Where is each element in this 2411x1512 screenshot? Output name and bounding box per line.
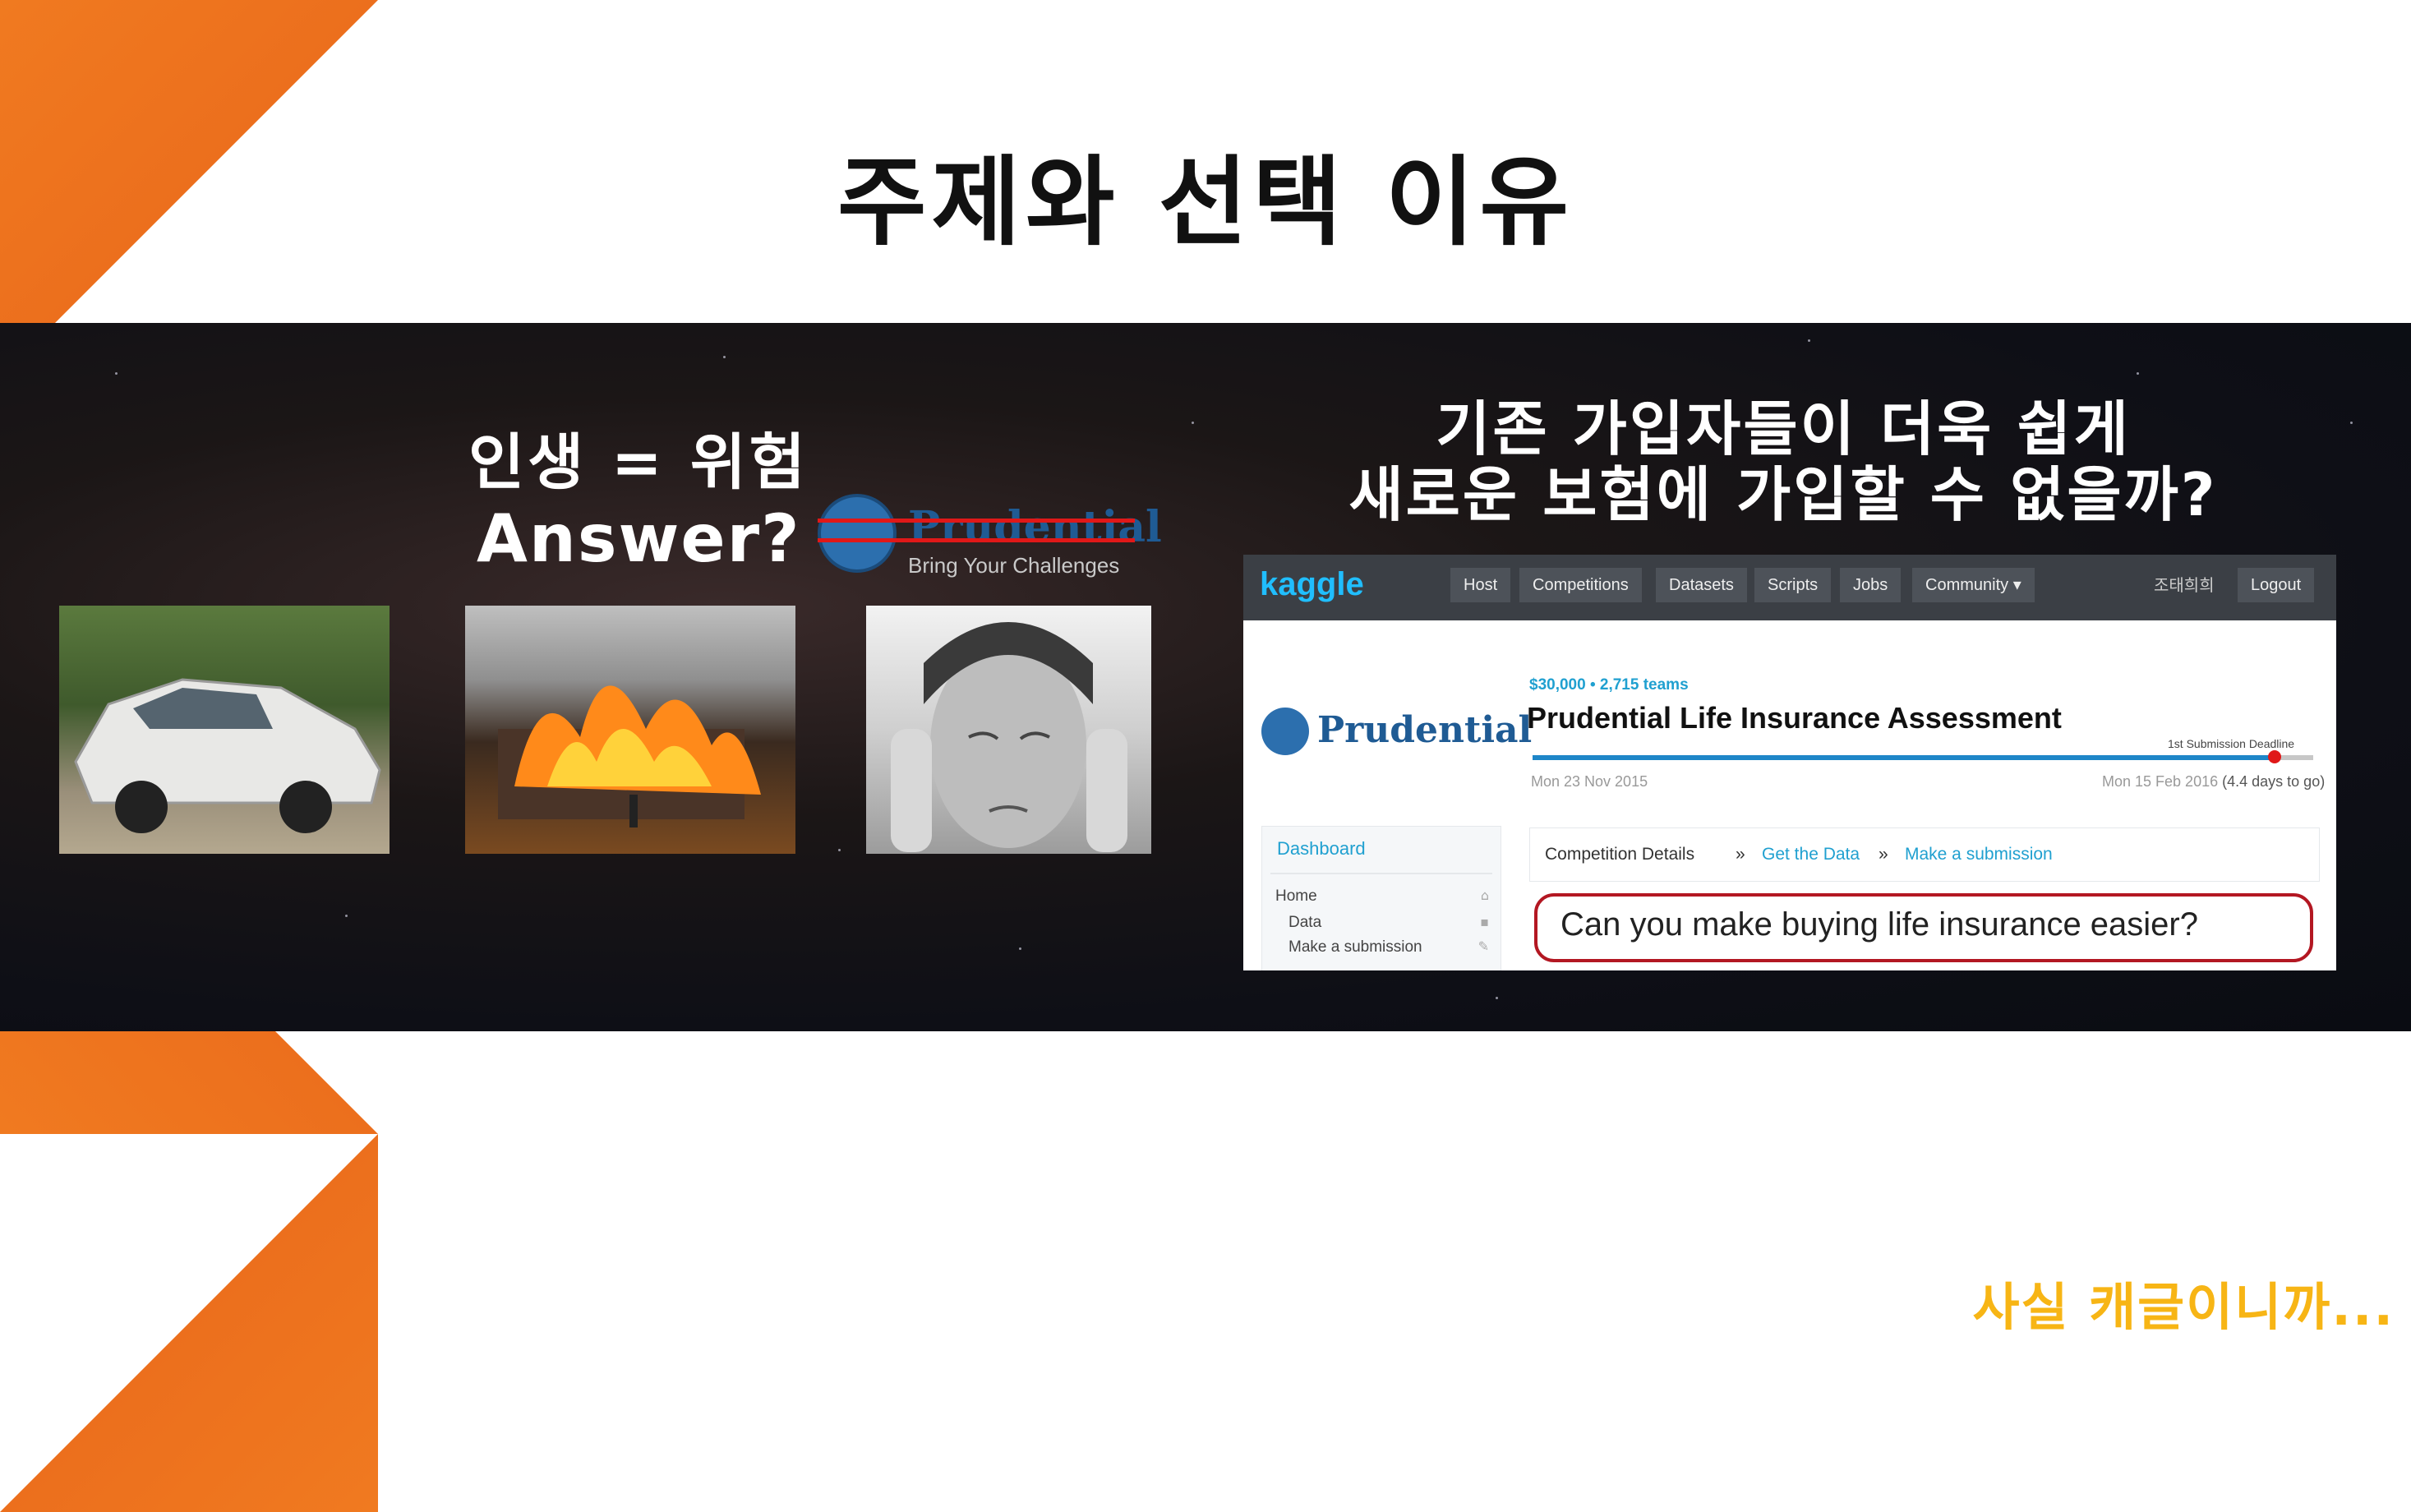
sidebar-item-make-submission[interactable]: Make a submission xyxy=(1288,938,1422,957)
user-name[interactable]: 조태희희 xyxy=(2154,568,2215,602)
right-heading-line2: 새로운 보험에 가입할 수 없을까? xyxy=(1348,460,2218,529)
sidebar: Dashboard Home ⌂ Data ▪ Make a submissio… xyxy=(1261,826,1501,970)
sidebar-item-home[interactable]: Home xyxy=(1275,887,1317,906)
sidebar-dashboard[interactable]: Dashboard xyxy=(1277,838,1366,860)
crumb-competition-details[interactable]: Competition Details xyxy=(1545,828,1694,881)
prudential-logo: Prudential Bring Your Challenges xyxy=(818,487,1162,586)
deadline-label: 1st Submission Deadline xyxy=(2168,737,2295,750)
kaggle-screenshot: kaggle Host Competitions Datasets Script… xyxy=(1243,555,2336,970)
photo-crashed-car xyxy=(59,606,390,854)
end-date: Mon 15 Feb 2016 xyxy=(2102,773,2219,790)
rock-icon xyxy=(818,494,897,573)
logout-button[interactable]: Logout xyxy=(2238,568,2315,602)
start-date: Mon 23 Nov 2015 xyxy=(1531,773,1648,790)
progress-fill xyxy=(1533,755,2275,760)
sidebar-divider xyxy=(1270,873,1492,874)
nav-jobs[interactable]: Jobs xyxy=(1840,568,1902,602)
breadcrumb: Competition Details » Get the Data » Mak… xyxy=(1529,827,2320,882)
nav-scripts[interactable]: Scripts xyxy=(1754,568,1832,602)
corner-bottom-right xyxy=(0,1134,378,1512)
nav-community[interactable]: Community ▾ xyxy=(1912,568,2035,602)
prize-teams: $30,000 • 2,715 teams xyxy=(1529,676,1689,694)
answer-text: Answer? xyxy=(477,500,801,577)
prudential-logo-name: Prudential xyxy=(908,502,1162,552)
question-callout: Can you make buying life insurance easie… xyxy=(1534,893,2313,962)
end-date-wrap: Mon 15 Feb 2016 (4.4 days to go) xyxy=(2102,773,2325,791)
crumb-separator: » xyxy=(1736,845,1745,864)
footer-note: 사실 캐글이니까... xyxy=(1972,1277,2395,1337)
photo-building-fire xyxy=(465,606,795,854)
progress-track xyxy=(1533,750,2313,763)
photo-stressed-woman xyxy=(866,606,1151,854)
crumb-make-submission[interactable]: Make a submission xyxy=(1905,828,2053,881)
competition-title[interactable]: Prudential Life Insurance Assessment xyxy=(1527,701,2062,735)
kaggle-logo[interactable]: kaggle xyxy=(1260,566,1364,603)
nav-host[interactable]: Host xyxy=(1450,568,1511,602)
sponsor-logo: Prudential xyxy=(1261,703,1532,768)
life-risk-heading: 인생 = 위험 xyxy=(468,427,809,498)
kaggle-topbar: kaggle Host Competitions Datasets Script… xyxy=(1243,555,2336,620)
deadline-marker xyxy=(2267,750,2281,763)
nav-competitions[interactable]: Competitions xyxy=(1519,568,1642,602)
rock-icon xyxy=(1261,708,1309,755)
question-text: Can you make buying life insurance easie… xyxy=(1560,906,2198,943)
prudential-tagline: Bring Your Challenges xyxy=(908,553,1120,578)
days-to-go: (4.4 days to go) xyxy=(2222,773,2326,790)
edit-icon: ✎ xyxy=(1477,938,1489,954)
slide-title: 주제와 선택 이유 xyxy=(837,145,1574,259)
home-icon: ⌂ xyxy=(1480,887,1489,903)
sidebar-item-data[interactable]: Data xyxy=(1288,914,1321,932)
strike-line xyxy=(818,519,1135,523)
strike-line xyxy=(818,538,1135,542)
crumb-get-the-data[interactable]: Get the Data xyxy=(1762,828,1860,881)
sponsor-name: Prudential xyxy=(1317,709,1533,751)
nav-datasets[interactable]: Datasets xyxy=(1656,568,1747,602)
trash-icon: ▪ xyxy=(1480,914,1489,929)
crumb-separator: » xyxy=(1879,845,1888,864)
content-band: 인생 = 위험 Answer? Prudential Bring Your Ch… xyxy=(0,323,2411,1031)
